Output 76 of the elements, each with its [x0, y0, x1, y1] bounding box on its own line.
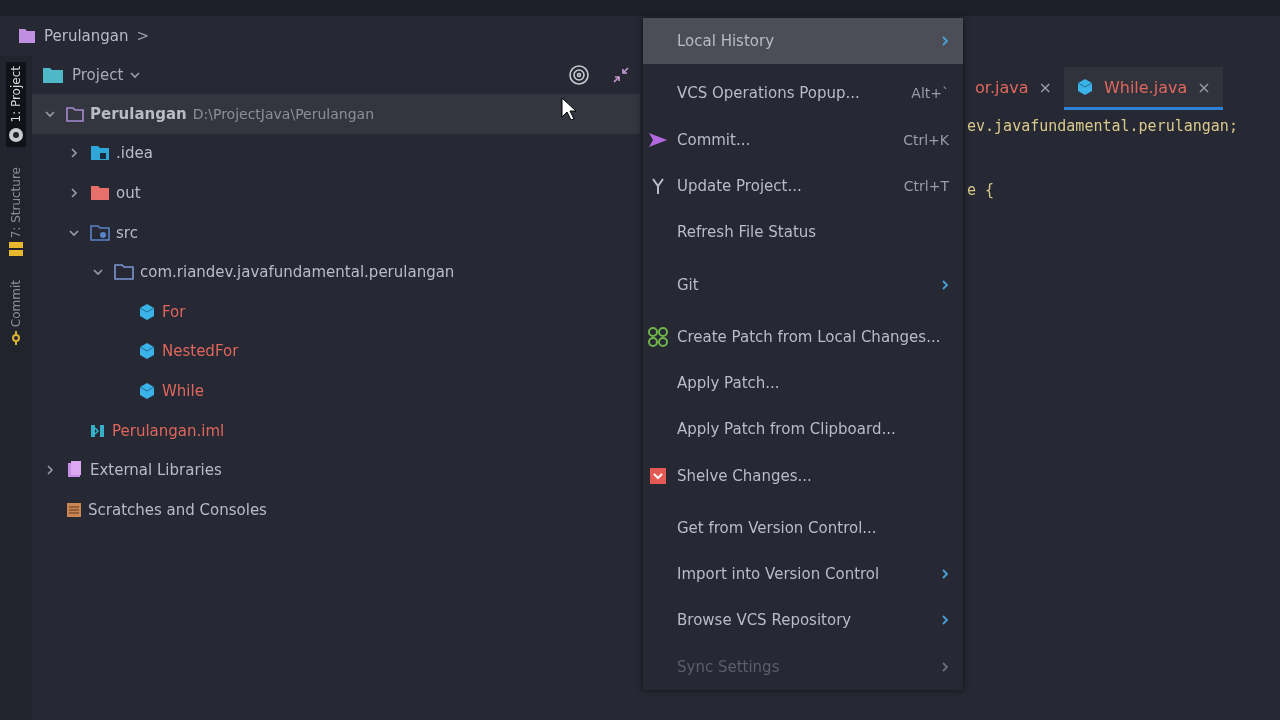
send-icon [648, 131, 668, 148]
cube-icon [138, 302, 156, 321]
folder-icon [90, 185, 110, 201]
folder-icon [66, 105, 84, 122]
module-file-icon [90, 422, 106, 439]
tree-label: src [116, 223, 138, 242]
tree-row[interactable]: External Libraries [32, 450, 640, 490]
folder-icon [90, 145, 110, 162]
code-line: ev.javafundamental.perulangan; [966, 116, 1239, 137]
collapse-icon[interactable] [612, 66, 630, 84]
tree-label: Perulangan.iml [112, 421, 225, 440]
menu-item[interactable]: Apply Patch... [643, 359, 963, 407]
menu-item[interactable]: Commit... Ctrl+K [643, 116, 963, 163]
tree-label: out [116, 184, 141, 202]
menu-item[interactable]: Import into Version Control [643, 551, 963, 598]
tree-row[interactable]: NestedFor [32, 331, 640, 372]
folder-icon [114, 264, 134, 281]
view-selector[interactable]: Project [72, 66, 142, 84]
project-icon [8, 126, 24, 143]
tree-label: com.riandev.javafundamental.perulangan [140, 263, 455, 282]
cube-icon [138, 342, 156, 361]
tree-label: External Libraries [90, 461, 222, 480]
tree-row[interactable]: com.riandev.javafundamental.perulangan [32, 252, 640, 292]
tool-window-button[interactable]: Commit [7, 275, 25, 350]
tree-row[interactable]: For [32, 291, 640, 332]
menu-item[interactable]: Git [643, 261, 963, 308]
tree-row[interactable]: Perulangan.iml [32, 410, 640, 451]
chevron-down-icon [129, 69, 142, 81]
scratches-icon [66, 501, 82, 518]
menu-item[interactable]: Create Patch from Local Changes... [643, 313, 963, 360]
menu-item[interactable]: VCS Operations Popup... Alt+` [643, 70, 963, 117]
menu-item[interactable]: Refresh File Status [643, 209, 963, 256]
folder-icon [42, 66, 64, 84]
structure-icon [9, 241, 23, 256]
cube-icon [138, 381, 156, 400]
commit-icon [10, 331, 22, 346]
chevron-right-icon[interactable] [68, 147, 80, 160]
tree-label: While [162, 381, 204, 400]
close-icon[interactable]: × [1038, 77, 1052, 97]
folder-icon [18, 28, 36, 44]
tool-window-button[interactable]: 1: Project [6, 62, 26, 147]
menu-item[interactable]: Update Project... Ctrl+T [643, 162, 963, 210]
editor-tab[interactable]: While.java × [1063, 67, 1223, 110]
breadcrumb-item: Perulangan [44, 27, 129, 45]
shelve-icon [649, 466, 667, 485]
tree-label: For [162, 302, 186, 321]
tree-label: .idea [116, 144, 153, 163]
tree-row[interactable]: out [32, 173, 640, 213]
tree-row[interactable]: Scratches and Consoles [32, 489, 640, 530]
code-line: e { [966, 180, 996, 201]
tree-label: NestedFor [162, 342, 239, 361]
tree-path: D:\ProjectJava\Perulangan [192, 105, 374, 122]
tree-label: Perulangan [90, 104, 187, 123]
library-icon [66, 461, 84, 480]
menu-item[interactable]: Get from Version Control... [643, 504, 963, 551]
menu-item[interactable]: Apply Patch from Clipboard... [643, 406, 963, 453]
tree-row[interactable]: src [32, 212, 640, 253]
tree-label: Scratches and Consoles [88, 500, 267, 519]
menu-item[interactable]: Browse VCS Repository [643, 597, 963, 644]
menu-item[interactable]: Local History [643, 18, 963, 65]
tool-window-button[interactable]: 7: Structure [7, 162, 25, 260]
chevron-right-icon[interactable] [44, 464, 56, 477]
chevron-right-icon[interactable] [68, 187, 80, 199]
close-icon[interactable]: × [1197, 77, 1211, 97]
menu-item[interactable]: Shelve Changes... [643, 452, 963, 499]
fork-icon [650, 176, 666, 195]
cube-icon [1075, 78, 1094, 96]
tree-row[interactable]: While [32, 371, 640, 411]
target-icon[interactable] [568, 64, 590, 86]
tree-row[interactable]: .idea [32, 133, 640, 174]
mouse-cursor-icon [561, 97, 577, 121]
breadcrumb-separator: > [136, 27, 150, 45]
folder-icon [90, 224, 110, 241]
tree-row[interactable]: Perulangan D:\ProjectJava\Perulangan [32, 94, 640, 134]
editor-tab[interactable]: or.java × [963, 67, 1064, 110]
clover-icon [647, 325, 669, 348]
